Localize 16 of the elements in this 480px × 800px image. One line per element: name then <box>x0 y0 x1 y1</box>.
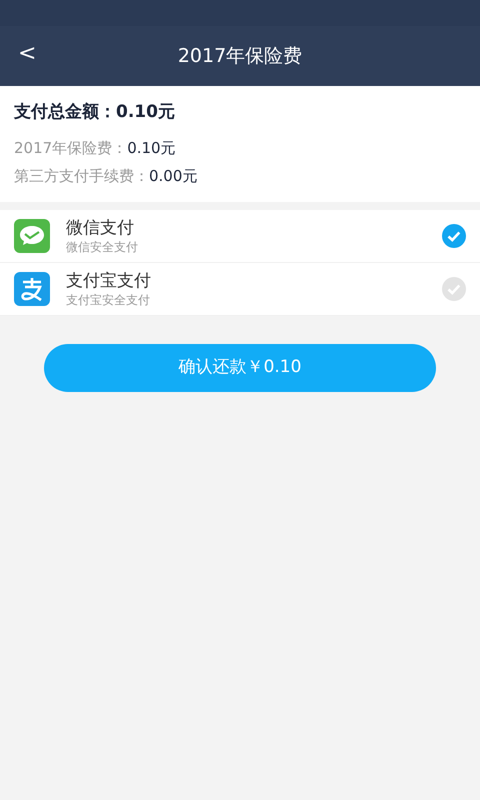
fee-label: 第三方支付手续费： <box>14 166 149 184</box>
payment-option[interactable]: 支付宝支付 支付宝安全支付 <box>0 262 480 316</box>
total-label: 支付总金额： <box>14 102 116 122</box>
page-title: 2017年保险费 <box>178 44 302 69</box>
chat-bubble-icon <box>14 218 50 252</box>
payment-name: 支付宝支付 <box>66 270 152 292</box>
payment-subtitle: 支付宝安全支付 <box>66 292 151 308</box>
payment-name: 微信支付 <box>66 216 135 238</box>
back-button[interactable]: < <box>10 38 44 70</box>
payment-subtitle: 微信安全支付 <box>66 238 139 254</box>
fee-amount: 0.00元 <box>149 166 198 184</box>
total-amount: 0.10元 <box>116 102 175 122</box>
payment-option[interactable]: 微信支付 微信安全支付 <box>0 210 480 262</box>
fee-label: 2017年保险费： <box>14 138 128 156</box>
payment-app-icon <box>14 272 50 306</box>
fee-amount: 0.10元 <box>127 138 176 156</box>
